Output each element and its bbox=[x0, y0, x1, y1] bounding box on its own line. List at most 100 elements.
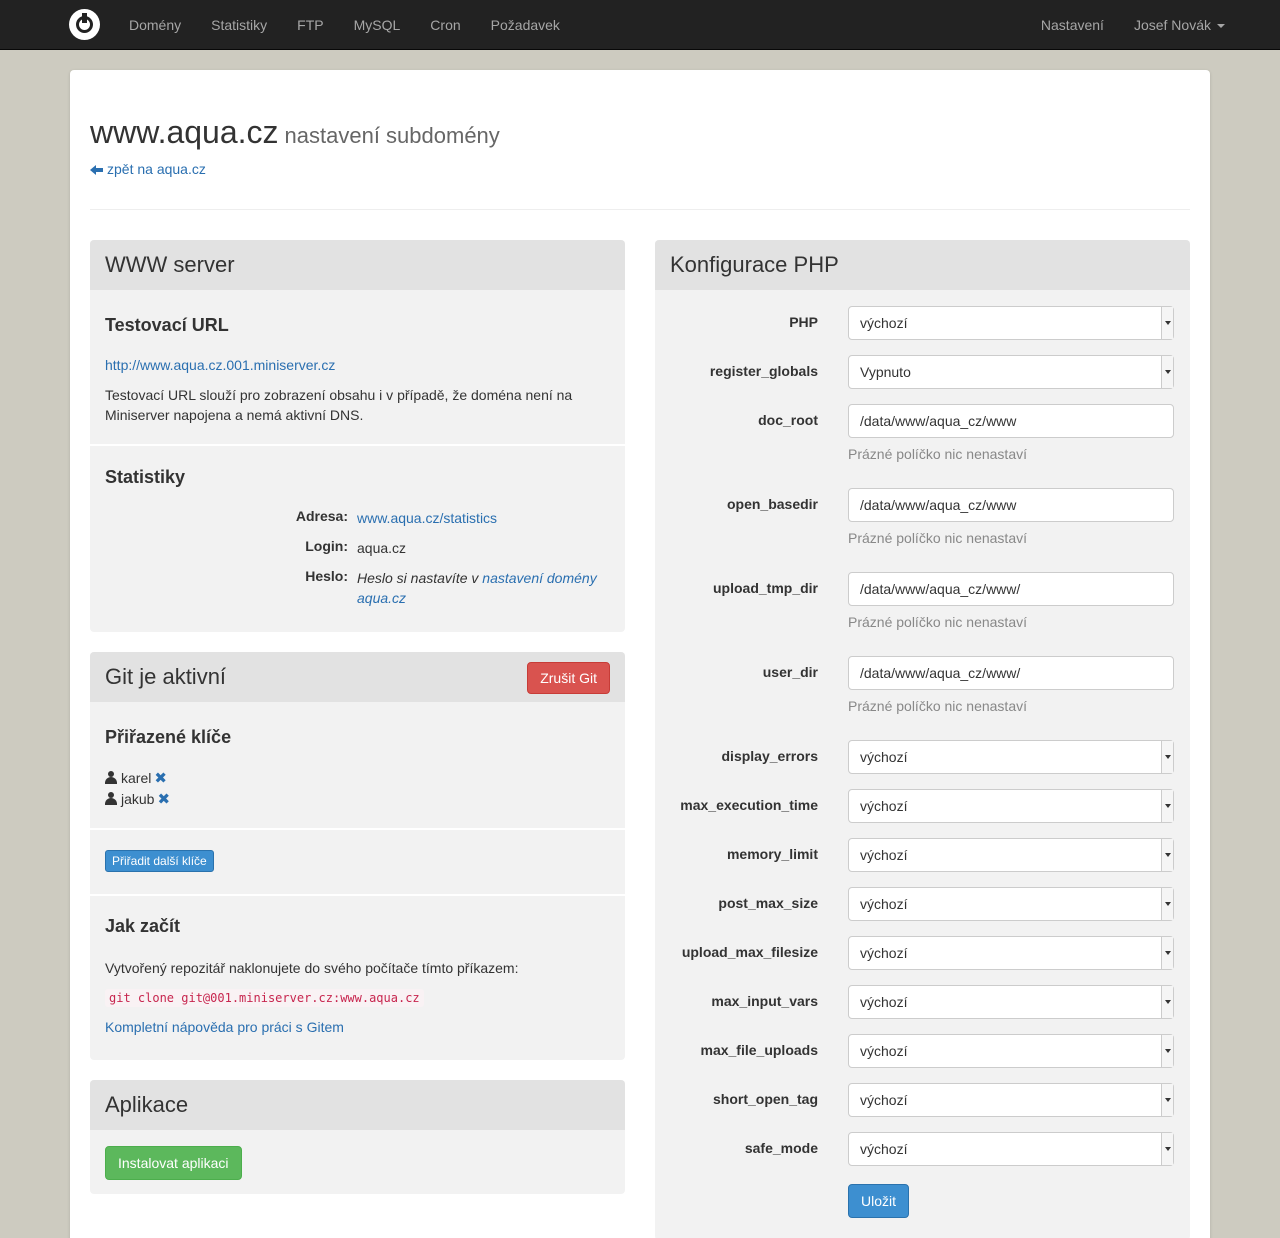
php-field-label: open_basedir bbox=[726, 496, 818, 512]
getting-started-section: Jak začít Vytvořený repozitář naklonujet… bbox=[90, 894, 625, 1060]
stats-password-text: Heslo si nastavíte v bbox=[357, 570, 483, 586]
page-subtitle: nastavení subdomény bbox=[284, 123, 500, 148]
top-navbar: Domény Statistiky FTP MySQL Cron Požadav… bbox=[0, 0, 1280, 50]
php-field-label: display_errors bbox=[721, 748, 819, 764]
php-field-help: Prázné políčko nic nenastaví bbox=[848, 446, 1027, 462]
stats-section: Statistiky Adresa: www.aqua.cz/statistic… bbox=[90, 444, 625, 632]
php-field-value: výchozí bbox=[860, 945, 908, 961]
list-item: jakub ✖ bbox=[105, 789, 170, 810]
php-field-value: výchozí bbox=[860, 994, 908, 1010]
keys-section: Přiřazené klíče karel ✖ jakub ✖ bbox=[90, 702, 625, 828]
php-field-label: doc_root bbox=[758, 412, 818, 428]
git-help-link[interactable]: Kompletní nápověda pro práci s Gitem bbox=[105, 1019, 344, 1035]
list-item: karel ✖ bbox=[105, 768, 170, 789]
page-title: www.aqua.cz nastavení subdomény bbox=[90, 114, 500, 151]
install-app-button[interactable]: Instalovat aplikaci bbox=[105, 1146, 242, 1180]
getting-started-text: Vytvořený repozitář naklonujete do svého… bbox=[105, 960, 519, 976]
remove-icon[interactable]: ✖ bbox=[154, 770, 167, 787]
php-field-label: memory_limit bbox=[726, 846, 818, 862]
test-url-description: Testovací URL slouží pro zobrazení obsah… bbox=[105, 387, 573, 423]
chevron-down-icon bbox=[1161, 1035, 1173, 1067]
php-select[interactable]: výchozí bbox=[848, 887, 1174, 921]
php-text-input[interactable]: /data/www/aqua_cz/www/ bbox=[848, 572, 1174, 606]
php-text-input[interactable]: /data/www/aqua_cz/www bbox=[848, 404, 1174, 438]
php-field-value: /data/www/aqua_cz/www/ bbox=[860, 665, 1021, 681]
chevron-down-icon bbox=[1161, 307, 1173, 339]
nav-right: Nastavení Josef Novák bbox=[1026, 0, 1240, 50]
user-name: Josef Novák bbox=[1133, 17, 1211, 33]
chevron-down-icon bbox=[1161, 790, 1173, 822]
add-keys-section: Přiřadit další klíče bbox=[90, 828, 625, 894]
user-menu[interactable]: Josef Novák bbox=[1119, 0, 1240, 50]
php-select[interactable]: výchozí bbox=[848, 936, 1174, 970]
chevron-down-icon bbox=[1161, 356, 1173, 388]
stats-address-label: Adresa: bbox=[295, 508, 348, 524]
php-field-label: safe_mode bbox=[744, 1140, 818, 1156]
php-select[interactable]: Vypnuto bbox=[848, 355, 1174, 389]
php-field-value: /data/www/aqua_cz/www bbox=[860, 497, 1017, 513]
nav-mysql[interactable]: MySQL bbox=[339, 0, 416, 50]
save-button[interactable]: Uložit bbox=[848, 1184, 910, 1218]
add-keys-button[interactable]: Přiřadit další klíče bbox=[105, 850, 214, 872]
php-config-title: Konfigurace PHP bbox=[655, 240, 1190, 290]
php-field-value: výchozí bbox=[860, 1092, 908, 1108]
git-title: Git je aktivní Zrušit Git bbox=[90, 652, 625, 702]
nav-settings[interactable]: Nastavení bbox=[1026, 0, 1119, 50]
key-name: jakub bbox=[121, 791, 155, 807]
chevron-down-icon bbox=[1161, 888, 1173, 920]
stats-login-value: aqua.cz bbox=[357, 540, 407, 556]
clone-command[interactable]: git clone git@001.miniserver.cz:www.aqua… bbox=[105, 989, 424, 1007]
php-select[interactable]: výchozí bbox=[848, 838, 1174, 872]
cancel-git-button[interactable]: Zrušit Git bbox=[527, 662, 610, 694]
remove-icon[interactable]: ✖ bbox=[157, 791, 170, 808]
php-text-input[interactable]: /data/www/aqua_cz/www bbox=[848, 488, 1174, 522]
php-field-value: /data/www/aqua_cz/www/ bbox=[860, 581, 1021, 597]
php-select[interactable]: výchozí bbox=[848, 985, 1174, 1019]
apps-title: Aplikace bbox=[90, 1080, 625, 1130]
nav-request[interactable]: Požadavek bbox=[476, 0, 575, 50]
php-select[interactable]: výchozí bbox=[848, 1034, 1174, 1068]
user-icon bbox=[105, 792, 117, 805]
logo-icon[interactable] bbox=[69, 9, 100, 40]
nav-cron[interactable]: Cron bbox=[415, 0, 475, 50]
php-select[interactable]: výchozí bbox=[848, 1083, 1174, 1117]
php-field-value: výchozí bbox=[860, 749, 908, 765]
main-container: www.aqua.cz nastavení subdomény zpět na a… bbox=[70, 70, 1210, 1238]
chevron-down-icon bbox=[1161, 839, 1173, 871]
www-server-title: WWW server bbox=[90, 240, 625, 290]
www-server-panel: WWW server Testovací URL http://www.aqua… bbox=[90, 240, 625, 632]
main-nav: Domény Statistiky FTP MySQL Cron Požadav… bbox=[114, 0, 575, 50]
test-url-section: Testovací URL http://www.aqua.cz.001.min… bbox=[90, 290, 625, 444]
stats-password-label: Heslo: bbox=[305, 568, 348, 584]
stats-address-link[interactable]: www.aqua.cz/statistics bbox=[357, 508, 612, 528]
php-field-value: /data/www/aqua_cz/www bbox=[860, 413, 1017, 429]
php-select[interactable]: výchozí bbox=[848, 740, 1174, 774]
apps-section: Instalovat aplikaci bbox=[90, 1130, 625, 1194]
php-field-label: register_globals bbox=[709, 363, 818, 379]
keys-heading: Přiřazené klíče bbox=[105, 727, 232, 747]
caret-down-icon bbox=[1217, 24, 1225, 29]
test-url-link[interactable]: http://www.aqua.cz.001.miniserver.cz bbox=[105, 357, 335, 373]
chevron-down-icon bbox=[1161, 1133, 1173, 1165]
php-field-value: výchozí bbox=[860, 798, 908, 814]
php-field-label: PHP bbox=[789, 314, 818, 330]
php-field-help: Prázné políčko nic nenastaví bbox=[848, 698, 1027, 714]
nav-ftp[interactable]: FTP bbox=[282, 0, 338, 50]
php-field-help: Prázné políčko nic nenastaví bbox=[848, 614, 1027, 630]
php-field-value: výchozí bbox=[860, 896, 908, 912]
nav-statistics[interactable]: Statistiky bbox=[196, 0, 282, 50]
php-select[interactable]: výchozí bbox=[848, 306, 1174, 340]
back-link-label: zpět na aqua.cz bbox=[107, 161, 206, 177]
chevron-down-icon bbox=[1161, 986, 1173, 1018]
nav-domains[interactable]: Domény bbox=[114, 0, 196, 50]
php-field-label: user_dir bbox=[762, 664, 818, 680]
php-select[interactable]: výchozí bbox=[848, 1132, 1174, 1166]
php-select[interactable]: výchozí bbox=[848, 789, 1174, 823]
chevron-down-icon bbox=[1161, 937, 1173, 969]
php-text-input[interactable]: /data/www/aqua_cz/www/ bbox=[848, 656, 1174, 690]
php-field-value: výchozí bbox=[860, 847, 908, 863]
php-config-panel: Konfigurace PHP PHP výchozí register_globa… bbox=[655, 240, 1190, 1238]
back-link[interactable]: zpět na aqua.cz bbox=[90, 161, 206, 177]
clone-command-wrap: git clone git@001.miniserver.cz:www.aqua… bbox=[105, 989, 424, 1007]
php-field-help: Prázné políčko nic nenastaví bbox=[848, 530, 1027, 546]
